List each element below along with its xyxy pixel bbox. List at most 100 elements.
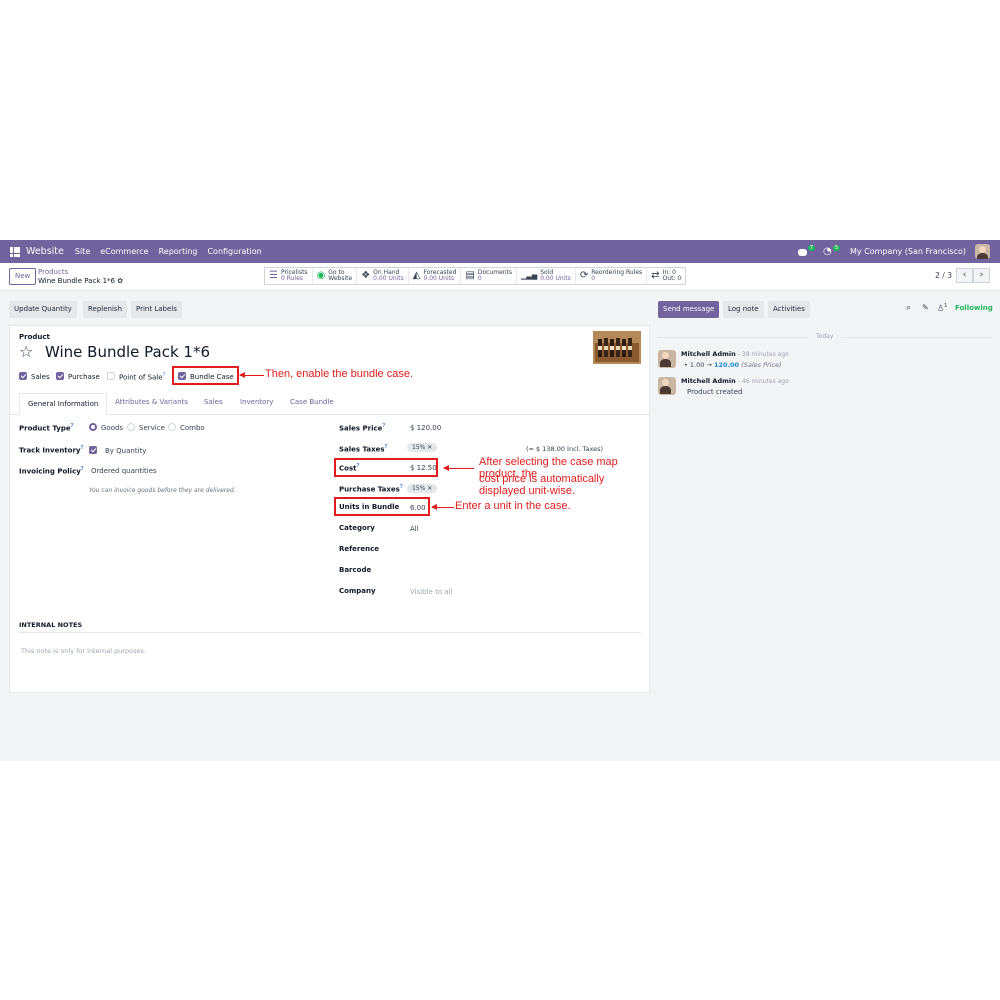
notes-divider	[19, 632, 641, 633]
new-button[interactable]: New	[9, 268, 37, 285]
product-type-combo[interactable]: Combo	[168, 423, 205, 432]
print-labels-button[interactable]: Print Labels	[131, 301, 182, 318]
star-icon[interactable]: ☆	[19, 342, 33, 361]
tab-sales[interactable]: Sales	[204, 398, 223, 406]
track-inventory-label: Track Inventory?	[19, 445, 84, 455]
tab-attributes-variants[interactable]: Attributes & Variants	[115, 398, 188, 406]
sales-checkbox[interactable]: Sales	[19, 372, 50, 381]
invoicing-policy-select[interactable]: Ordered quantities	[91, 467, 157, 475]
menu-item-site[interactable]: Site	[75, 247, 90, 256]
control-panel: New Products Wine Bundle Pack 1*6 ✿ ☰ Pri…	[0, 263, 1000, 291]
annotation-arrow-units	[431, 504, 454, 510]
checkbox-checked-icon	[56, 372, 64, 380]
following-button[interactable]: Following	[955, 304, 993, 312]
breadcrumb-current: Wine Bundle Pack 1*6	[38, 276, 116, 285]
forecasted-button[interactable]: ◭ Forecasted 0.00 Units	[409, 268, 462, 284]
followers-icon[interactable]: ♙1	[937, 303, 947, 313]
exchange-icon: ⇄	[651, 269, 660, 281]
sales-price-label: Sales Price?	[339, 423, 386, 433]
send-message-button[interactable]: Send message	[658, 301, 720, 318]
internal-notes-title: INTERNAL NOTES	[19, 621, 83, 629]
tab-general-information[interactable]: General Information	[19, 393, 108, 415]
activities-count: 5	[832, 244, 841, 251]
update-quantity-button[interactable]: Update Quantity	[9, 301, 77, 318]
internal-notes-field[interactable]: This note is only for internal purposes.	[21, 647, 146, 655]
pricelists-button[interactable]: ☰ Pricelists 0 Rules	[265, 268, 313, 284]
company-label: Company	[339, 587, 376, 595]
category-field[interactable]: All	[410, 525, 419, 533]
followers-count: 1	[944, 303, 948, 309]
menu-item-configuration[interactable]: Configuration	[207, 247, 261, 256]
menu-item-ecommerce[interactable]: eCommerce	[100, 247, 148, 256]
go-to-website-button[interactable]: ◉ Go to Website	[313, 268, 358, 284]
user-avatar[interactable]	[975, 244, 990, 259]
product-type-goods[interactable]: Goods	[89, 423, 123, 432]
author-avatar	[658, 350, 676, 368]
in-out-button[interactable]: ⇄ In: 0 Out: 0	[647, 268, 685, 284]
track-inventory-checkbox[interactable]: By Quantity	[89, 446, 146, 455]
product-form: Product ☆ Wine Bundle Pack 1*6 Sales Pur…	[9, 325, 650, 693]
category-label: Category	[339, 524, 375, 532]
purchase-checkbox[interactable]: Purchase	[56, 372, 100, 381]
activities-clock-icon[interactable]: ◔ 5	[823, 244, 841, 257]
invoicing-policy-label: Invoicing Policy?	[19, 466, 84, 476]
documents-button[interactable]: ▤ Documents 0	[461, 268, 518, 284]
pager-next-button[interactable]: ›	[973, 268, 990, 283]
annotation-box-bundle	[172, 366, 239, 385]
messages-icon[interactable]: 7	[798, 244, 816, 257]
invoicing-hint: You can invoice goods before they are de…	[89, 487, 236, 494]
company-field[interactable]: Visible to all	[410, 588, 453, 596]
tab-inventory[interactable]: Inventory	[240, 398, 273, 406]
today-label: Today	[808, 333, 842, 340]
annotation-cost-line2: cost price is automatically displayed un…	[479, 473, 605, 497]
checkbox-checked-icon	[19, 372, 27, 380]
reference-field[interactable]	[410, 545, 610, 554]
app-brand[interactable]: Website	[26, 246, 64, 257]
breadcrumb-products[interactable]: Products	[38, 268, 123, 277]
annotation-arrow-cost	[443, 465, 474, 471]
tax-tag: 15% ✕	[407, 443, 438, 452]
top-navbar: Website Site eCommerce Reporting Configu…	[0, 240, 1000, 263]
checkbox-empty-icon	[107, 372, 115, 381]
barcode-field[interactable]	[410, 566, 610, 575]
breadcrumb: Products Wine Bundle Pack 1*6 ✿	[38, 268, 123, 285]
point-of-sale-checkbox[interactable]: Point of Sale?	[107, 372, 165, 381]
annotation-bundle: Then, enable the bundle case.	[265, 368, 414, 380]
sales-taxes-field[interactable]: 15% ✕	[407, 443, 438, 452]
gear-icon[interactable]: ✿	[117, 277, 123, 285]
refresh-icon: ⟳	[579, 269, 589, 281]
pager: 2 / 3 ‹ ›	[935, 268, 990, 283]
sales-taxes-label: Sales Taxes?	[339, 444, 388, 454]
company-switcher[interactable]: My Company (San Francisco)	[850, 247, 966, 256]
sales-price-field[interactable]: $ 120.00	[410, 424, 441, 432]
sold-button[interactable]: ▁▃▅ Sold 0.00 Units	[517, 268, 576, 284]
annotation-arrow-bundle	[239, 372, 264, 378]
purchase-taxes-field[interactable]: 15% ✕	[407, 484, 438, 493]
reference-label: Reference	[339, 545, 380, 553]
app-menu-icon[interactable]	[10, 246, 20, 257]
product-type-heading: Product	[19, 333, 50, 341]
search-icon[interactable]: ⌕	[906, 303, 911, 313]
reordering-rules-button[interactable]: ⟳ Reordering Rules 0	[576, 268, 648, 284]
pager-previous-button[interactable]: ‹	[956, 268, 973, 283]
area-chart-icon: ◭	[412, 269, 421, 281]
purchase-taxes-label: Purchase Taxes?	[339, 484, 403, 494]
tab-case-bundle[interactable]: Case Bundle	[290, 398, 334, 406]
barcode-label: Barcode	[339, 566, 372, 574]
paperclip-icon[interactable]: ✎	[922, 303, 929, 312]
product-type-service[interactable]: Service	[127, 423, 165, 432]
activities-button[interactable]: Activities	[768, 301, 810, 318]
radio-empty-icon	[127, 423, 135, 431]
product-name[interactable]: Wine Bundle Pack 1*6	[45, 343, 210, 361]
annotation-units: Enter a unit in the case.	[455, 500, 571, 512]
messages-count: 7	[807, 244, 816, 251]
menu-item-reporting[interactable]: Reporting	[159, 247, 198, 256]
product-image[interactable]	[593, 331, 641, 364]
sales-taxes-incl: (= $ 138.00 Incl. Taxes)	[526, 445, 604, 453]
app-frame: Website Site eCommerce Reporting Configu…	[0, 240, 1000, 761]
replenish-button[interactable]: Replenish	[83, 301, 128, 318]
log-note-button[interactable]: Log note	[723, 301, 764, 318]
remove-tag-icon: ✕	[427, 485, 433, 492]
on-hand-button[interactable]: ❖ On Hand 0.00 Units	[357, 268, 409, 284]
checkbox-checked-icon	[89, 446, 97, 454]
